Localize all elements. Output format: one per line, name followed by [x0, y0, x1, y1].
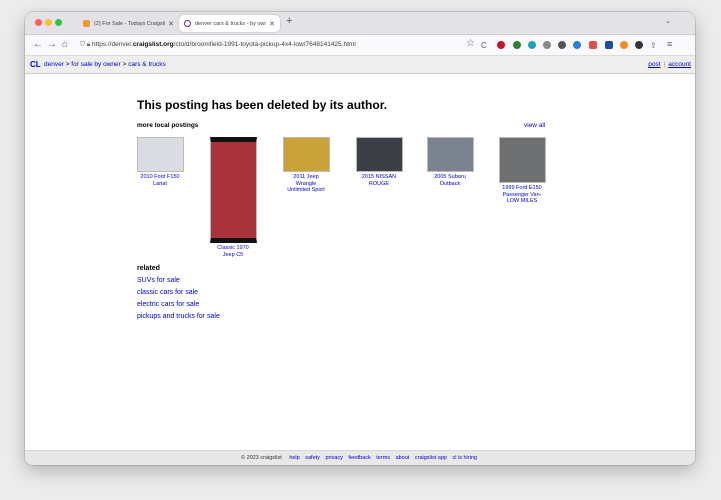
gallery-item[interactable]: Classic 1970 Jeep C5	[203, 137, 263, 258]
home-icon[interactable]: ⌂	[62, 39, 68, 50]
related-link-pickups-trucks[interactable]: pickups and trucks for sale	[137, 313, 220, 320]
close-window-button[interactable]	[35, 19, 42, 26]
forward-arrow-icon[interactable]: →	[47, 39, 57, 50]
footer-link-privacy[interactable]: privacy	[325, 455, 342, 461]
related-heading: related	[137, 265, 160, 272]
breadcrumb-denver[interactable]: denver	[44, 61, 64, 68]
blue-extension-icon[interactable]	[573, 41, 581, 49]
vehicle-thumbnail[interactable]	[355, 137, 403, 172]
gallery-caption[interactable]: 2010 Ford F150 Lariat	[130, 174, 190, 187]
ublock-extension-icon[interactable]	[497, 41, 505, 49]
tab-craigslist-for-sale[interactable]: (2) For Sale - Todays Craigslist ✕	[78, 15, 179, 32]
related-link-suvs[interactable]: SUVs for sale	[137, 277, 180, 284]
page-footer: © 2023 craigslist help safety privacy fe…	[25, 450, 695, 465]
copyright-text: © 2023 craigslist	[241, 455, 282, 461]
related-link-classic-cars[interactable]: classic cars for sale	[137, 289, 198, 296]
close-tab-icon[interactable]: ✕	[269, 20, 275, 28]
orange-extension-icon[interactable]	[620, 41, 628, 49]
tab-denver-cars[interactable]: denver cars & trucks - by owner ✕	[179, 15, 280, 32]
breadcrumb-separator: >	[65, 61, 70, 68]
gallery-caption[interactable]: 2011 Jeep Wrangle Unlimited Sport	[276, 174, 336, 194]
view-all-link[interactable]: view all	[524, 122, 545, 129]
footer-link-terms[interactable]: terms	[376, 455, 390, 461]
navigation-bar: ← → ⌂ ⛉ 🔒︎ https://denver.craigslist.org…	[25, 35, 695, 56]
breadcrumb-for-sale-by-owner[interactable]: for sale by owner	[71, 61, 121, 68]
reload-icon[interactable]: C	[481, 40, 487, 51]
browser-window: (2) For Sale - Todays Craigslist ✕ denve…	[25, 12, 695, 465]
gallery-item[interactable]: 2010 Ford F150 Lariat	[130, 137, 190, 187]
close-tab-icon[interactable]: ✕	[168, 20, 174, 28]
gallery-item[interactable]: 1999 Ford E150 Passenger Van- LOW MILES	[492, 137, 552, 205]
breadcrumb-separator: >	[122, 61, 127, 68]
vehicle-thumbnail[interactable]	[498, 137, 546, 183]
craigslist-favicon-icon	[83, 20, 90, 27]
url-domain: craigslist.org	[132, 41, 174, 48]
tab-title: denver cars & trucks - by owner	[195, 20, 267, 27]
account-link[interactable]: account	[668, 61, 691, 68]
url-prefix: https://denver.	[91, 41, 133, 48]
shield-icon: ⛉	[80, 41, 85, 48]
gallery-caption[interactable]: 1999 Ford E150 Passenger Van- LOW MILES	[492, 185, 552, 205]
footer-link-craigslist-app[interactable]: craigslist app	[415, 455, 447, 461]
puzzle-extension-icon[interactable]	[543, 41, 551, 49]
tab-title: (2) For Sale - Todays Craigslist	[94, 20, 166, 27]
tab-bar: (2) For Sale - Todays Craigslist ✕ denve…	[25, 12, 695, 35]
green-extension-icon[interactable]	[513, 41, 521, 49]
maximize-window-button[interactable]	[55, 19, 62, 26]
footer-link-safety[interactable]: safety	[305, 455, 320, 461]
bookmark-star-icon[interactable]: ☆	[466, 38, 475, 49]
footer-link-about[interactable]: about	[396, 455, 410, 461]
gallery-caption[interactable]: 2015 NISSAN ROUGE	[349, 174, 409, 187]
footer-link-cl-is-hiring[interactable]: cl is hiring	[453, 455, 477, 461]
gallery-item[interactable]: 2011 Jeep Wrangle Unlimited Sport	[276, 137, 336, 194]
breadcrumb: denver > for sale by owner > cars & truc…	[44, 56, 166, 73]
calendar-extension-icon[interactable]	[589, 41, 597, 49]
vehicle-thumbnail[interactable]	[136, 137, 184, 172]
mail-extension-icon[interactable]	[605, 41, 613, 49]
new-tab-button[interactable]: +	[286, 15, 292, 27]
footer-link-help[interactable]: help	[289, 455, 299, 461]
vehicle-thumbnail[interactable]	[282, 137, 330, 172]
url-path: /cto/d/broomfield-1991-toyota-pickup-4x4…	[173, 41, 356, 48]
gallery-item[interactable]: 2005 Subaru Outback	[420, 137, 480, 187]
dark-extension-icon[interactable]	[558, 41, 566, 49]
url-bar[interactable]: ⛉ 🔒︎ https://denver.craigslist.org/cto/d…	[80, 38, 485, 52]
minimize-window-button[interactable]	[45, 19, 52, 26]
more-local-postings-heading: more local postings	[137, 122, 199, 129]
craigslist-header: CL denver > for sale by owner > cars & t…	[25, 56, 695, 74]
breadcrumb-cars-trucks[interactable]: cars & trucks	[128, 61, 166, 68]
page-content: This posting has been deleted by its aut…	[25, 74, 695, 449]
gallery-item[interactable]: 2015 NISSAN ROUGE	[349, 137, 409, 187]
menu-hamburger-icon[interactable]: ≡	[667, 39, 672, 50]
share-icon[interactable]: ⇪	[650, 40, 657, 51]
footer-link-feedback[interactable]: feedback	[348, 455, 370, 461]
gallery-caption[interactable]: 2005 Subaru Outback	[420, 174, 480, 187]
related-link-electric-cars[interactable]: electric cars for sale	[137, 301, 199, 308]
extensions-puzzle-icon[interactable]	[635, 41, 643, 49]
vehicle-thumbnail[interactable]	[209, 137, 257, 243]
post-link[interactable]: post	[648, 61, 660, 68]
back-arrow-icon[interactable]: ←	[33, 39, 43, 50]
lock-icon: 🔒︎	[86, 41, 91, 48]
craigslist-logo[interactable]: CL	[30, 56, 41, 73]
header-user-links: post | account	[648, 61, 691, 68]
gallery-caption[interactable]: Classic 1970 Jeep C5	[203, 245, 263, 258]
vehicle-thumbnail[interactable]	[426, 137, 474, 172]
tab-list-chevron-icon[interactable]: ⌄	[665, 17, 671, 25]
peace-favicon-icon	[184, 20, 191, 27]
deleted-message: This posting has been deleted by its aut…	[137, 98, 388, 112]
teal-extension-icon[interactable]	[528, 41, 536, 49]
